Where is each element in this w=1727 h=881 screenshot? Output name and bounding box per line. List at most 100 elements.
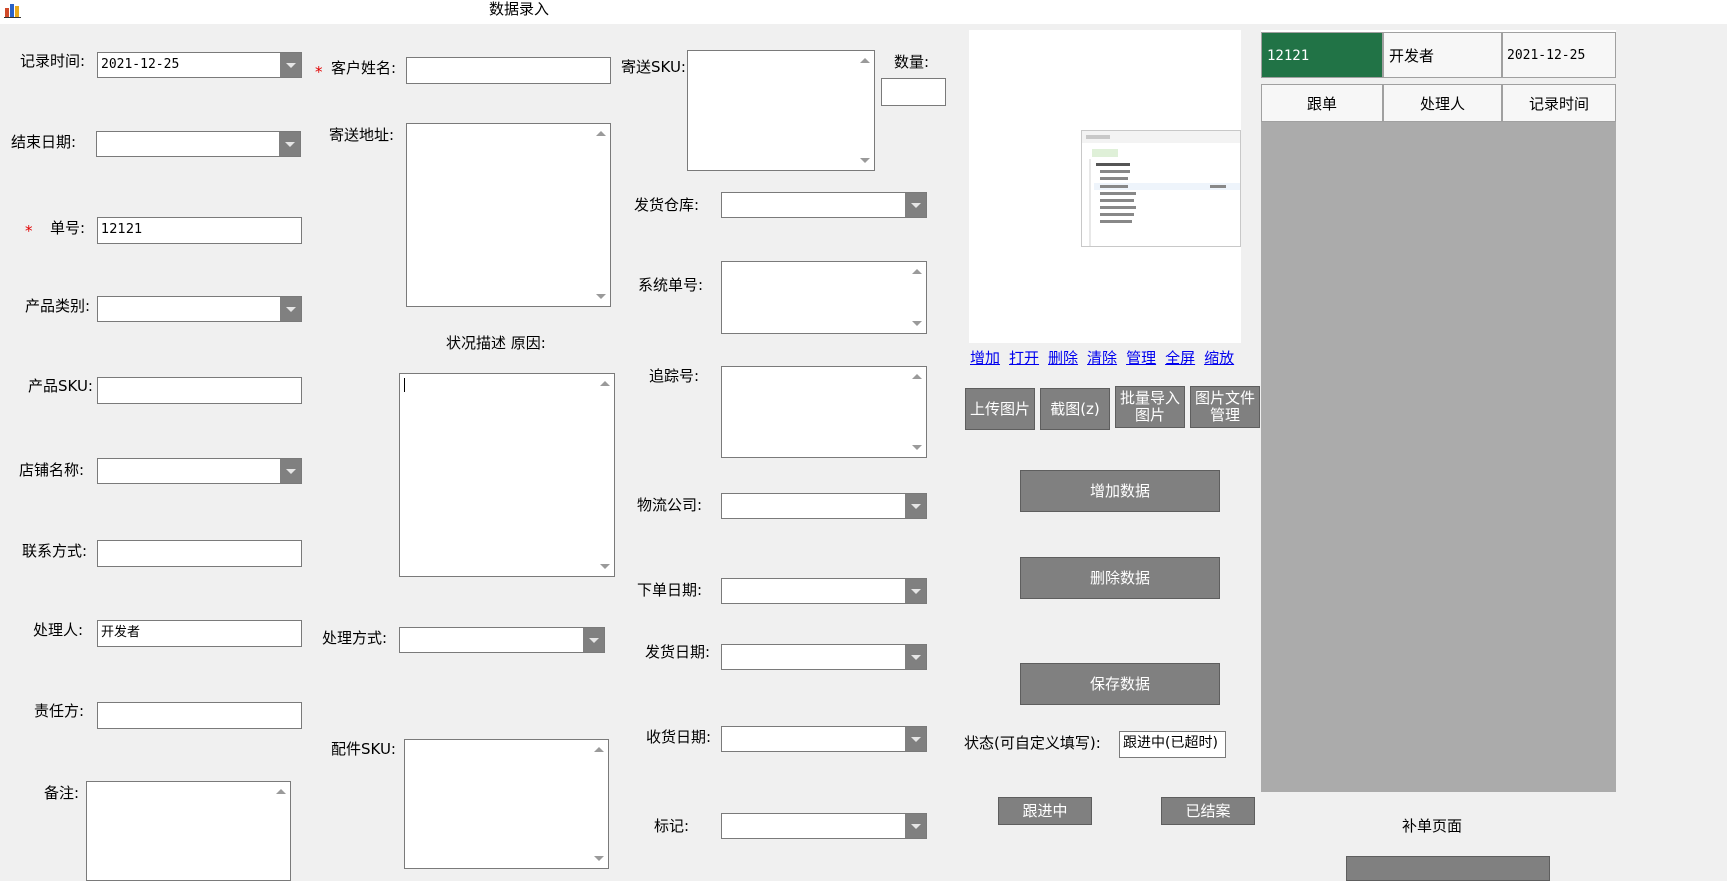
image-clear-link[interactable]: 清除: [1087, 349, 1117, 367]
mark-combo[interactable]: [721, 813, 927, 839]
records-grid[interactable]: 12121 开发者 2021-12-25 跟单 处理人 记录时间: [1261, 30, 1616, 792]
chevron-down-icon[interactable]: [905, 193, 926, 217]
image-file-manage-button[interactable]: 图片文件管理: [1190, 386, 1260, 428]
scroll-down-icon[interactable]: [912, 321, 922, 326]
save-data-button[interactable]: 保存数据: [1020, 663, 1220, 705]
tracking-no-textarea[interactable]: [721, 366, 927, 458]
order-no-label: 单号:: [50, 219, 86, 237]
grid-column-header[interactable]: 记录时间: [1502, 84, 1616, 122]
grid-cell[interactable]: 2021-12-25: [1502, 32, 1616, 78]
scroll-up-icon[interactable]: [860, 58, 870, 63]
chevron-down-icon[interactable]: [280, 459, 301, 483]
status-input[interactable]: 跟进中(已超时): [1119, 731, 1226, 758]
ship-address-label: 寄送地址:: [329, 126, 395, 144]
ship-sku-scrollbar[interactable]: [857, 51, 874, 170]
chevron-down-icon[interactable]: [280, 53, 301, 77]
warehouse-combo[interactable]: [721, 192, 927, 218]
batch-import-image-button[interactable]: 批量导入图片: [1115, 386, 1185, 428]
tracking-no-scrollbar[interactable]: [909, 367, 926, 457]
scroll-up-icon[interactable]: [600, 381, 610, 386]
record-time-label: 记录时间:: [20, 52, 86, 70]
chevron-down-icon[interactable]: [905, 814, 926, 838]
status-desc-textarea[interactable]: [399, 373, 615, 577]
handle-method-combo[interactable]: [399, 627, 605, 653]
closed-button[interactable]: 已结案: [1161, 797, 1255, 825]
scroll-down-icon[interactable]: [594, 856, 604, 861]
scroll-up-icon[interactable]: [276, 789, 286, 794]
image-thumbnail[interactable]: [1081, 130, 1241, 247]
quantity-label: 数量:: [894, 53, 930, 71]
shop-name-combo[interactable]: [97, 458, 302, 484]
customer-name-input[interactable]: [406, 57, 611, 84]
order-date-combo[interactable]: [721, 578, 927, 604]
ship-date-combo[interactable]: [721, 644, 927, 670]
image-link-bar: 增加 打开 删除 清除 管理 全屏 缩放: [970, 349, 1234, 367]
chevron-down-icon[interactable]: [905, 645, 926, 669]
chevron-down-icon[interactable]: [905, 727, 926, 751]
screenshot-button[interactable]: 截图(z): [1040, 388, 1110, 430]
order-no-input[interactable]: 12121: [97, 217, 302, 244]
image-zoom-link[interactable]: 缩放: [1204, 349, 1234, 367]
image-open-link[interactable]: 打开: [1009, 349, 1039, 367]
chevron-down-icon[interactable]: [905, 494, 926, 518]
scroll-down-icon[interactable]: [860, 158, 870, 163]
accessory-sku-label: 配件SKU:: [331, 740, 396, 758]
image-manage-link[interactable]: 管理: [1126, 349, 1156, 367]
scroll-down-icon[interactable]: [912, 445, 922, 450]
remark-textarea[interactable]: [86, 781, 291, 881]
system-no-scrollbar[interactable]: [909, 262, 926, 333]
scroll-up-icon[interactable]: [594, 747, 604, 752]
chevron-down-icon[interactable]: [280, 297, 301, 321]
scroll-up-icon[interactable]: [596, 131, 606, 136]
scroll-up-icon[interactable]: [912, 374, 922, 379]
supplement-page-label: 补单页面: [1402, 817, 1463, 835]
ship-address-textarea[interactable]: [406, 123, 611, 307]
upload-image-button[interactable]: 上传图片: [965, 388, 1035, 430]
product-category-combo[interactable]: [97, 296, 302, 322]
ship-address-scrollbar[interactable]: [593, 124, 610, 306]
status-desc-label: 状况描述 原因:: [446, 334, 546, 352]
end-date-combo[interactable]: [96, 131, 301, 157]
image-add-link[interactable]: 增加: [970, 349, 1000, 367]
order-no-required-mark: *: [25, 222, 33, 240]
grid-column-header[interactable]: 跟单: [1261, 84, 1383, 122]
grid-cell[interactable]: 开发者: [1383, 32, 1502, 78]
logistics-combo[interactable]: [721, 493, 927, 519]
text-caret: [404, 378, 405, 392]
image-delete-link[interactable]: 删除: [1048, 349, 1078, 367]
scroll-up-icon[interactable]: [912, 269, 922, 274]
handler-input[interactable]: 开发者: [97, 620, 302, 647]
receive-date-combo[interactable]: [721, 726, 927, 752]
accessory-sku-scrollbar[interactable]: [591, 740, 608, 868]
system-no-textarea[interactable]: [721, 261, 927, 334]
window-title: 数据录入: [489, 0, 550, 18]
quantity-input[interactable]: [881, 78, 946, 106]
contact-input[interactable]: [97, 540, 302, 567]
system-no-label: 系统单号:: [638, 276, 704, 294]
image-fullscreen-link[interactable]: 全屏: [1165, 349, 1195, 367]
responsible-input[interactable]: [97, 702, 302, 729]
chevron-down-icon[interactable]: [279, 132, 300, 156]
scroll-down-icon[interactable]: [596, 294, 606, 299]
chevron-down-icon[interactable]: [583, 628, 604, 652]
following-button[interactable]: 跟进中: [998, 797, 1092, 825]
chevron-down-icon[interactable]: [905, 579, 926, 603]
product-sku-input[interactable]: [97, 377, 302, 404]
accessory-sku-textarea[interactable]: [404, 739, 609, 869]
end-date-label: 结束日期:: [11, 133, 77, 151]
receive-date-label: 收货日期:: [646, 728, 712, 746]
grid-cell-selected[interactable]: 12121: [1261, 32, 1383, 78]
delete-data-button[interactable]: 删除数据: [1020, 557, 1220, 599]
add-data-button[interactable]: 增加数据: [1020, 470, 1220, 512]
remark-label: 备注:: [44, 784, 80, 802]
thumbnail-screenshot-image: [1082, 131, 1240, 246]
scroll-down-icon[interactable]: [600, 564, 610, 569]
grid-column-header[interactable]: 处理人: [1383, 84, 1502, 122]
ship-sku-textarea[interactable]: [687, 50, 875, 171]
title-bar: [0, 0, 1727, 24]
remark-scrollbar[interactable]: [273, 782, 290, 880]
record-time-combo[interactable]: 2021-12-25: [97, 52, 302, 78]
ship-sku-label: 寄送SKU:: [621, 58, 686, 76]
supplement-page-button[interactable]: [1346, 856, 1550, 881]
status-desc-scrollbar[interactable]: [597, 374, 614, 576]
